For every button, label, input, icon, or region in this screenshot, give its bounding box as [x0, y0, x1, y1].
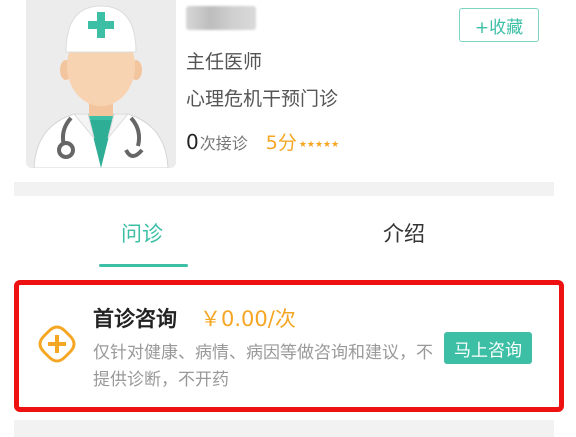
doctor-stats: 0 次接诊 5分 ★★★★★	[186, 128, 339, 155]
consult-count: 0	[186, 130, 199, 154]
tab-introduction[interactable]: 介绍	[383, 218, 425, 248]
plus-badge-icon	[38, 325, 76, 363]
doctor-score: 5分	[265, 132, 297, 154]
section-divider	[14, 182, 554, 196]
active-tab-indicator	[99, 264, 188, 267]
doctor-illustration-icon	[26, 0, 176, 168]
consult-now-button[interactable]: 马上咨询	[444, 332, 532, 364]
rating-stars-icon: ★★★★★	[298, 140, 340, 150]
doctor-title: 主任医师	[186, 51, 263, 73]
favorite-button[interactable]: +收藏	[459, 8, 539, 42]
doctor-name-redacted	[186, 6, 256, 30]
service-description: 仅针对健康、病情、病因等做咨询和建议，不提供诊断，不开药	[93, 343, 433, 390]
service-title: 首诊咨询	[93, 307, 177, 331]
doctor-avatar	[26, 0, 176, 168]
doctor-department: 心理危机干预门诊	[186, 88, 339, 110]
section-divider-bottom	[14, 420, 554, 437]
service-price: ￥0.00/次	[200, 307, 296, 331]
consult-count-label: 次接诊	[199, 134, 248, 153]
tab-consultation[interactable]: 问诊	[121, 218, 163, 248]
